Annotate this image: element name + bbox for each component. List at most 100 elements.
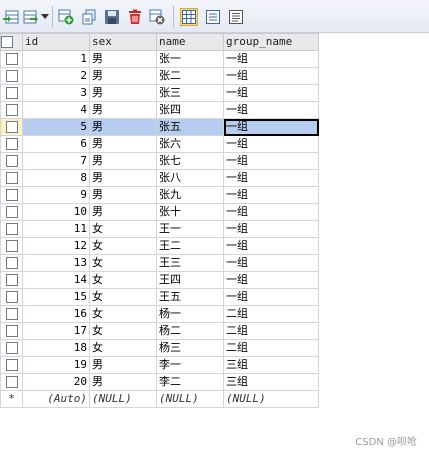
cell-sex[interactable]: 男 xyxy=(89,203,157,221)
row-checkbox[interactable] xyxy=(0,186,23,204)
column-header-name[interactable]: name xyxy=(156,33,224,51)
checkbox-icon[interactable] xyxy=(5,359,18,371)
row-checkbox[interactable] xyxy=(0,84,23,102)
cell-group-name[interactable]: 一组 xyxy=(223,203,319,221)
cell-sex[interactable]: 男 xyxy=(89,84,157,102)
cell-sex[interactable]: 男 xyxy=(89,101,157,119)
cell-id[interactable]: 16 xyxy=(22,305,90,323)
cell-id[interactable]: 17 xyxy=(22,322,90,340)
table-row[interactable]: 9 男张九 一组 xyxy=(0,186,319,204)
form-view-icon[interactable] xyxy=(204,8,222,26)
table-row[interactable]: 2 男张二 一组 xyxy=(0,67,319,85)
cell-group-name[interactable]: 一组 xyxy=(223,237,319,255)
cell-id[interactable]: 3 xyxy=(22,84,90,102)
cell-id[interactable]: 1 xyxy=(22,50,90,68)
cell-group-name[interactable]: 一组 xyxy=(223,135,319,153)
cell-name[interactable]: 王二 xyxy=(156,237,224,255)
cell-id[interactable]: 2 xyxy=(22,67,90,85)
cell-sex[interactable]: 男 xyxy=(89,50,157,68)
export-dropdown-icon[interactable] xyxy=(22,8,40,26)
cell-id[interactable]: 18 xyxy=(22,339,90,357)
cell-id[interactable]: 8 xyxy=(22,169,90,187)
cell-id[interactable]: 20 xyxy=(22,373,90,391)
cell-name[interactable]: (NULL) xyxy=(156,390,224,408)
cell-id[interactable]: 13 xyxy=(22,254,90,272)
cell-sex[interactable]: 女 xyxy=(89,288,157,306)
table-row[interactable]: 3 男张三 一组 xyxy=(0,84,319,102)
cell-group-name[interactable]: 一组 xyxy=(223,67,319,85)
cell-group-name[interactable]: 一组 xyxy=(223,84,319,102)
cell-group-name[interactable]: 一组 xyxy=(223,254,319,272)
cell-name[interactable]: 张十 xyxy=(156,203,224,221)
table-row[interactable]: 4 男张四 一组 xyxy=(0,101,319,119)
cell-id[interactable]: 7 xyxy=(22,152,90,170)
cell-sex[interactable]: 男 xyxy=(89,373,157,391)
table-row[interactable]: 6 男张六 一组 xyxy=(0,135,319,153)
cell-name[interactable]: 张三 xyxy=(156,84,224,102)
cell-sex[interactable]: 女 xyxy=(89,271,157,289)
text-view-icon[interactable] xyxy=(227,8,245,26)
cell-group-name[interactable]: 一组 xyxy=(223,186,319,204)
cell-sex[interactable]: 女 xyxy=(89,220,157,238)
row-checkbox[interactable] xyxy=(0,220,23,238)
table-row[interactable]: 17 女杨二 二组 xyxy=(0,322,319,340)
checkbox-icon[interactable] xyxy=(5,155,18,167)
cell-group-name[interactable]: 二组 xyxy=(223,305,319,323)
delete-icon[interactable] xyxy=(126,8,144,26)
cell-name[interactable]: 杨三 xyxy=(156,339,224,357)
chevron-down-icon[interactable] xyxy=(41,14,49,19)
table-row[interactable]: 8 男张八 一组 xyxy=(0,169,319,187)
cell-name[interactable]: 张一 xyxy=(156,50,224,68)
checkbox-icon[interactable] xyxy=(1,36,13,48)
table-row[interactable]: 11 女王一 一组 xyxy=(0,220,319,238)
column-header-sex[interactable]: sex xyxy=(89,33,157,51)
checkbox-icon[interactable] xyxy=(5,172,18,184)
new-row-marker[interactable]: * xyxy=(0,390,23,408)
cell-name[interactable]: 张七 xyxy=(156,152,224,170)
cell-name[interactable]: 张六 xyxy=(156,135,224,153)
cell-name[interactable]: 杨一 xyxy=(156,305,224,323)
cell-name[interactable]: 王三 xyxy=(156,254,224,272)
table-row[interactable]: 15 女王五 一组 xyxy=(0,288,319,306)
cell-sex[interactable]: 男 xyxy=(89,169,157,187)
cell-name[interactable]: 李一 xyxy=(156,356,224,374)
checkbox-icon[interactable] xyxy=(5,240,18,252)
checkbox-icon[interactable] xyxy=(5,138,18,150)
row-checkbox[interactable] xyxy=(0,288,23,306)
cell-name[interactable]: 李二 xyxy=(156,373,224,391)
cell-name[interactable]: 张八 xyxy=(156,169,224,187)
table-row[interactable]: 5 男张五 一组 xyxy=(0,118,319,136)
cell-group-name[interactable]: 一组 xyxy=(223,271,319,289)
table-row[interactable]: 20 男李二 三组 xyxy=(0,373,319,391)
table-row[interactable]: 10 男张十 一组 xyxy=(0,203,319,221)
cell-group-name[interactable]: 一组 xyxy=(223,50,319,68)
row-checkbox[interactable] xyxy=(0,305,23,323)
column-header-id[interactable]: id xyxy=(22,33,90,51)
add-row-icon[interactable] xyxy=(57,8,75,26)
table-row[interactable]: 14 女王四 一组 xyxy=(0,271,319,289)
cell-id[interactable]: 10 xyxy=(22,203,90,221)
cell-sex[interactable]: 男 xyxy=(89,135,157,153)
cell-group-name[interactable]: 三组 xyxy=(223,373,319,391)
row-checkbox[interactable] xyxy=(0,356,23,374)
cell-group-name[interactable]: 一组 xyxy=(223,101,319,119)
grid-view-icon[interactable] xyxy=(180,8,198,26)
table-row[interactable]: 16 女杨一 二组 xyxy=(0,305,319,323)
import-table-icon[interactable] xyxy=(2,8,20,26)
checkbox-icon[interactable] xyxy=(5,376,18,388)
cell-sex[interactable]: 女 xyxy=(89,322,157,340)
checkbox-icon[interactable] xyxy=(5,257,18,269)
cell-name[interactable]: 张四 xyxy=(156,101,224,119)
select-all-checkbox[interactable] xyxy=(0,33,23,51)
checkbox-icon[interactable] xyxy=(5,121,18,133)
cell-name[interactable]: 杨二 xyxy=(156,322,224,340)
cell-id[interactable]: 9 xyxy=(22,186,90,204)
cell-group-name[interactable]: 一组 xyxy=(223,220,319,238)
row-checkbox[interactable] xyxy=(0,118,23,136)
cell-name[interactable]: 王四 xyxy=(156,271,224,289)
row-checkbox[interactable] xyxy=(0,339,23,357)
row-checkbox[interactable] xyxy=(0,67,23,85)
save-icon[interactable] xyxy=(103,8,121,26)
cell-group-name[interactable]: 一组 xyxy=(223,288,319,306)
table-row[interactable]: 1 男张一 一组 xyxy=(0,50,319,68)
